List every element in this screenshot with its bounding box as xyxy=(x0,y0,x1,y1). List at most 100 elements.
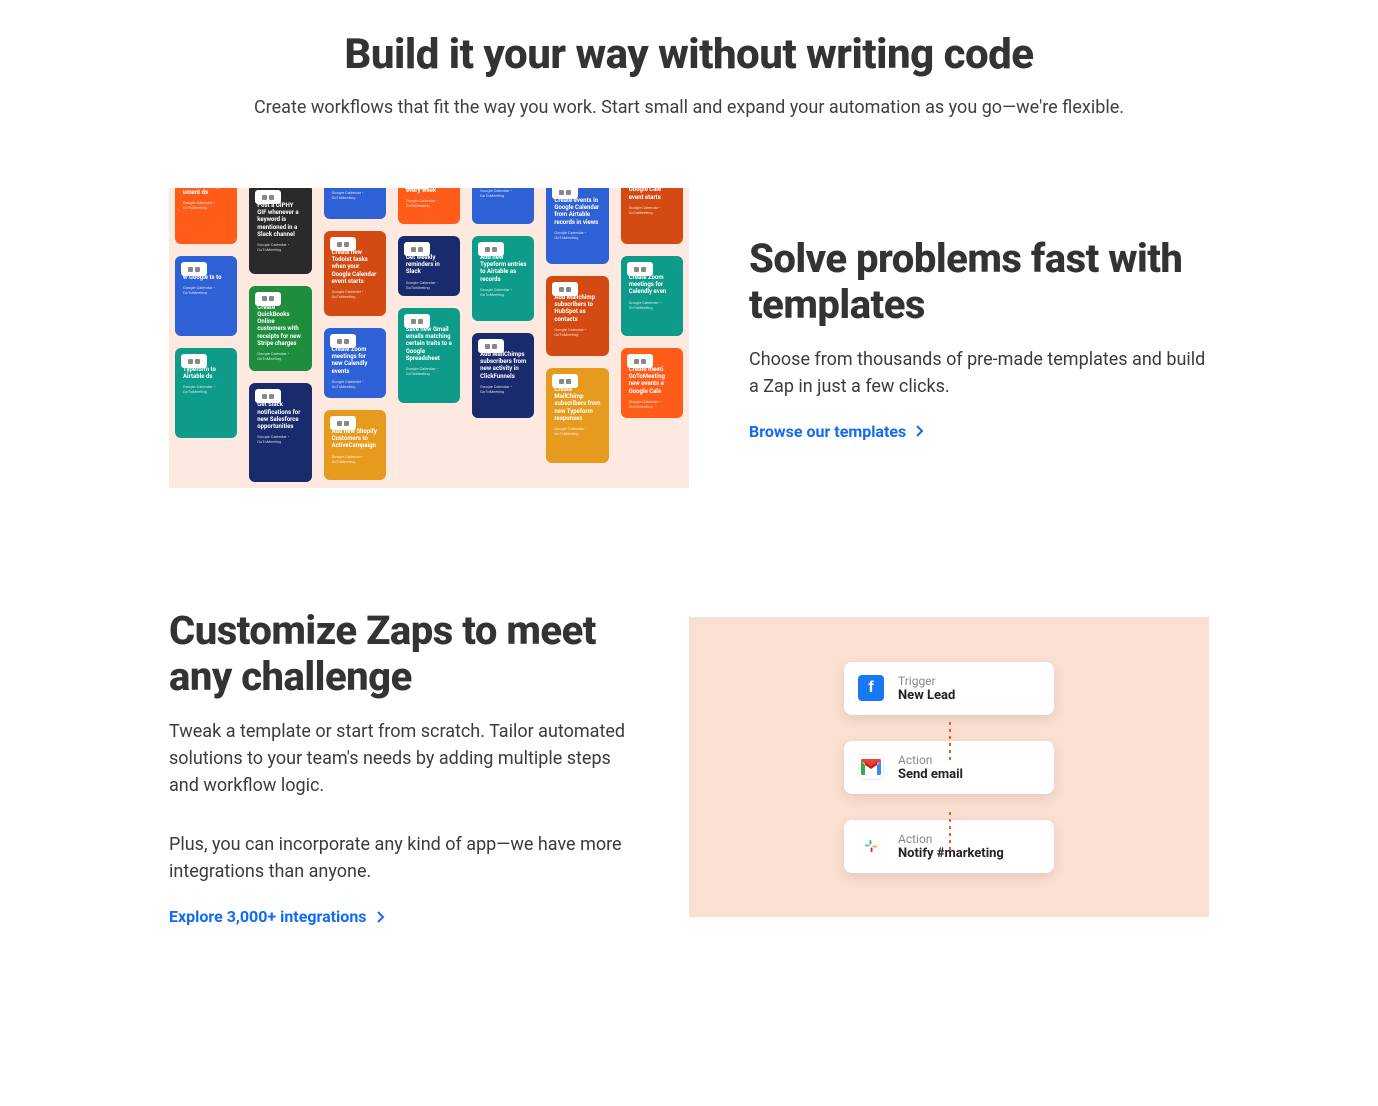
app-icons-badge xyxy=(255,292,281,306)
app-icons-badge xyxy=(627,262,653,276)
template-card: w Google ts toGoogle Calendar • GoToMeet… xyxy=(175,256,237,336)
template-card-subtitle: Google Calendar • GoToMeeting xyxy=(183,200,229,210)
template-card-subtitle: Google Calendar • GoToMeeting xyxy=(406,198,452,208)
app-icons-badge xyxy=(404,242,430,256)
template-card-title: Typeform to Airtable ds xyxy=(183,366,229,380)
workflow-step-kind: Trigger xyxy=(898,674,955,688)
template-card-title: Add Mailchimp subscribers to HubSpot as … xyxy=(554,294,600,323)
template-card-title: Get Slack notifications for new Salesfor… xyxy=(257,401,303,430)
template-card: Create events in Google Calendar from Ai… xyxy=(546,188,608,264)
template-card-subtitle: Google Calendar • GoToMeeting xyxy=(554,230,600,240)
app-icons-badge xyxy=(255,190,281,204)
template-card: Create QuickBooks Online customers with … xyxy=(249,286,311,372)
section-customize-body-2: Plus, you can incorporate any kind of ap… xyxy=(169,831,629,885)
template-card-title: Post a GIPHY GIF whenever a keyword is m… xyxy=(257,202,303,238)
template-card-title: Create Zoom meetings for new Calendly ev… xyxy=(332,346,378,375)
workflow-step-value: Send email xyxy=(898,767,963,782)
workflow-step-kind: Action xyxy=(898,753,963,767)
template-card-subtitle: Google Calendar • GoToMeeting xyxy=(257,351,303,361)
template-card-subtitle: Google Calendar • GoToMeeting xyxy=(257,242,303,252)
template-card: Create new Todoist tasks when your Googl… xyxy=(324,231,386,316)
template-card-title: Create MailChimp subscribers from new Ty… xyxy=(554,386,600,422)
template-card: Add MailChimps subscribers from new acti… xyxy=(472,333,534,418)
workflow-graphic: TriggerNew LeadActionSend emailActionNot… xyxy=(689,617,1209,917)
template-card: Save new Gmail emails matching certain t… xyxy=(398,308,460,403)
template-card-subtitle: Google Calendar • GoToMeeting xyxy=(332,454,378,464)
slack-icon xyxy=(858,833,884,859)
template-card-title: Add new Shopify Customers to ActiveCampa… xyxy=(332,428,378,450)
chevron-right-icon xyxy=(377,911,385,923)
template-card: Create MailChimp subscribers from new Ty… xyxy=(546,368,608,463)
template-card-title: Create QuickBooks Online customers with … xyxy=(257,304,303,347)
app-icons-badge xyxy=(330,237,356,251)
template-card-subtitle: Google Calendar • GoToMeeting xyxy=(183,285,229,295)
app-icons-badge xyxy=(181,262,207,276)
template-card: Get weekly reminders in Slack Google Cale… xyxy=(398,236,460,296)
template-card-subtitle: Google Calendar • GoToMeeting xyxy=(406,366,452,376)
template-card: tically d Google ument ds Google Calendar… xyxy=(175,188,237,244)
app-icons-badge xyxy=(552,188,578,199)
explore-integrations-label: Explore 3,000+ integrations xyxy=(169,907,367,926)
browse-templates-link[interactable]: Browse our templates xyxy=(749,422,924,441)
app-icons-badge xyxy=(330,416,356,430)
template-card-subtitle: Google Calendar • GoToMeeting xyxy=(480,384,526,394)
template-card-subtitle: Google Calendar • GoToMeeting xyxy=(480,188,526,198)
page-title: Build it your way without writing code xyxy=(209,30,1169,79)
workflow-step: TriggerNew Lead xyxy=(844,662,1054,715)
template-card-subtitle: Google Calendar • GoToMeeting xyxy=(480,287,526,297)
template-card-title: Create meeti GoToMeeting new events a Go… xyxy=(629,366,675,395)
template-card-subtitle: Google Calendar • GoToMeeting xyxy=(629,205,675,215)
template-card: Add new Typeform entries to Airtable as … xyxy=(472,236,534,321)
app-icons-badge xyxy=(478,242,504,256)
template-card-subtitle: Google Calendar • GoToMeeting xyxy=(332,379,378,389)
template-card-title: Create Zoom meetings for Calendly even xyxy=(629,274,675,296)
template-card: Create meeti GoToMeeting new events a Go… xyxy=(621,348,683,418)
template-card-subtitle: Google Calendar • GoToMeeting xyxy=(629,300,675,310)
section-templates-body: Choose from thousands of pre-made templa… xyxy=(749,346,1209,400)
template-card-subtitle: Google Calendar • GoToMeeting xyxy=(332,190,378,200)
template-card: Get Slack notifications for new Salesfor… xyxy=(249,383,311,482)
gmail-icon xyxy=(858,754,884,780)
app-icons-badge xyxy=(404,188,430,189)
template-card-subtitle: Google Calendar • GoToMeeting xyxy=(183,384,229,394)
template-card-title: Add MailChimps subscribers from new acti… xyxy=(480,351,526,380)
templates-mosaic-graphic: tically d Google ument ds Google Calendar… xyxy=(169,188,689,488)
section-templates-title: Solve problems fast with templates xyxy=(749,236,1209,328)
explore-integrations-link[interactable]: Explore 3,000+ integrations xyxy=(169,907,385,926)
template-card: Add notes to Evernote for new Google Cal… xyxy=(324,188,386,219)
section-customize-title: Customize Zaps to meet any challenge xyxy=(169,608,629,700)
app-icons-badge xyxy=(181,354,207,368)
connector-line xyxy=(949,812,951,852)
template-card-subtitle: Google Calendar • GoToMeeting xyxy=(257,434,303,444)
template-card-subtitle: Google Calendar • GoToMeeting xyxy=(629,399,675,409)
template-card: Post a GIPHY GIF whenever a keyword is m… xyxy=(249,188,311,274)
template-card-subtitle: Google Calendar • GoToMeeting xyxy=(554,327,600,337)
template-card: Add new Shopify Customers to ActiveCampa… xyxy=(324,410,386,480)
template-card-title: tically d Google ument ds xyxy=(183,188,229,196)
browse-templates-label: Browse our templates xyxy=(749,422,906,441)
page-subtitle: Create workflows that fit the way you wo… xyxy=(209,97,1169,118)
app-icons-badge xyxy=(552,282,578,296)
app-icons-badge xyxy=(404,314,430,328)
template-card-title: Get weekly reminders in Slack xyxy=(406,254,452,276)
template-card-subtitle: Google Calendar • GoToMeeting xyxy=(554,426,600,436)
template-card: Create Zoom meetings for Calendly even Go… xyxy=(621,256,683,336)
template-card: Create Zoom meetings for new Calendly ev… xyxy=(324,328,386,398)
template-card: Send new Google Contacts to HubSpotGoogl… xyxy=(472,188,534,224)
template-card-title: Save new Gmail emails matching certain t… xyxy=(406,326,452,362)
section-customize-body-1: Tweak a template or start from scratch. … xyxy=(169,718,629,799)
app-icons-badge xyxy=(552,374,578,388)
template-card: every weekGoogle Calendar • GoToMeeting xyxy=(398,188,460,224)
template-card-title: Create new T tasks when y Google Cale ev… xyxy=(629,188,675,201)
template-card: Add Mailchimp subscribers to HubSpot as … xyxy=(546,276,608,356)
app-icons-badge xyxy=(330,334,356,348)
template-card: Create new T tasks when y Google Cale ev… xyxy=(621,188,683,244)
template-card-title: Create events in Google Calendar from Ai… xyxy=(554,197,600,226)
template-card-subtitle: Google Calendar • GoToMeeting xyxy=(406,280,452,290)
chevron-right-icon xyxy=(916,425,924,437)
template-card: Typeform to Airtable ds Google Calendar •… xyxy=(175,348,237,438)
connector-line xyxy=(949,722,951,762)
template-card-title: Add new Typeform entries to Airtable as … xyxy=(480,254,526,283)
template-card-title: Create new Todoist tasks when your Googl… xyxy=(332,249,378,285)
app-icons-badge xyxy=(255,389,281,403)
